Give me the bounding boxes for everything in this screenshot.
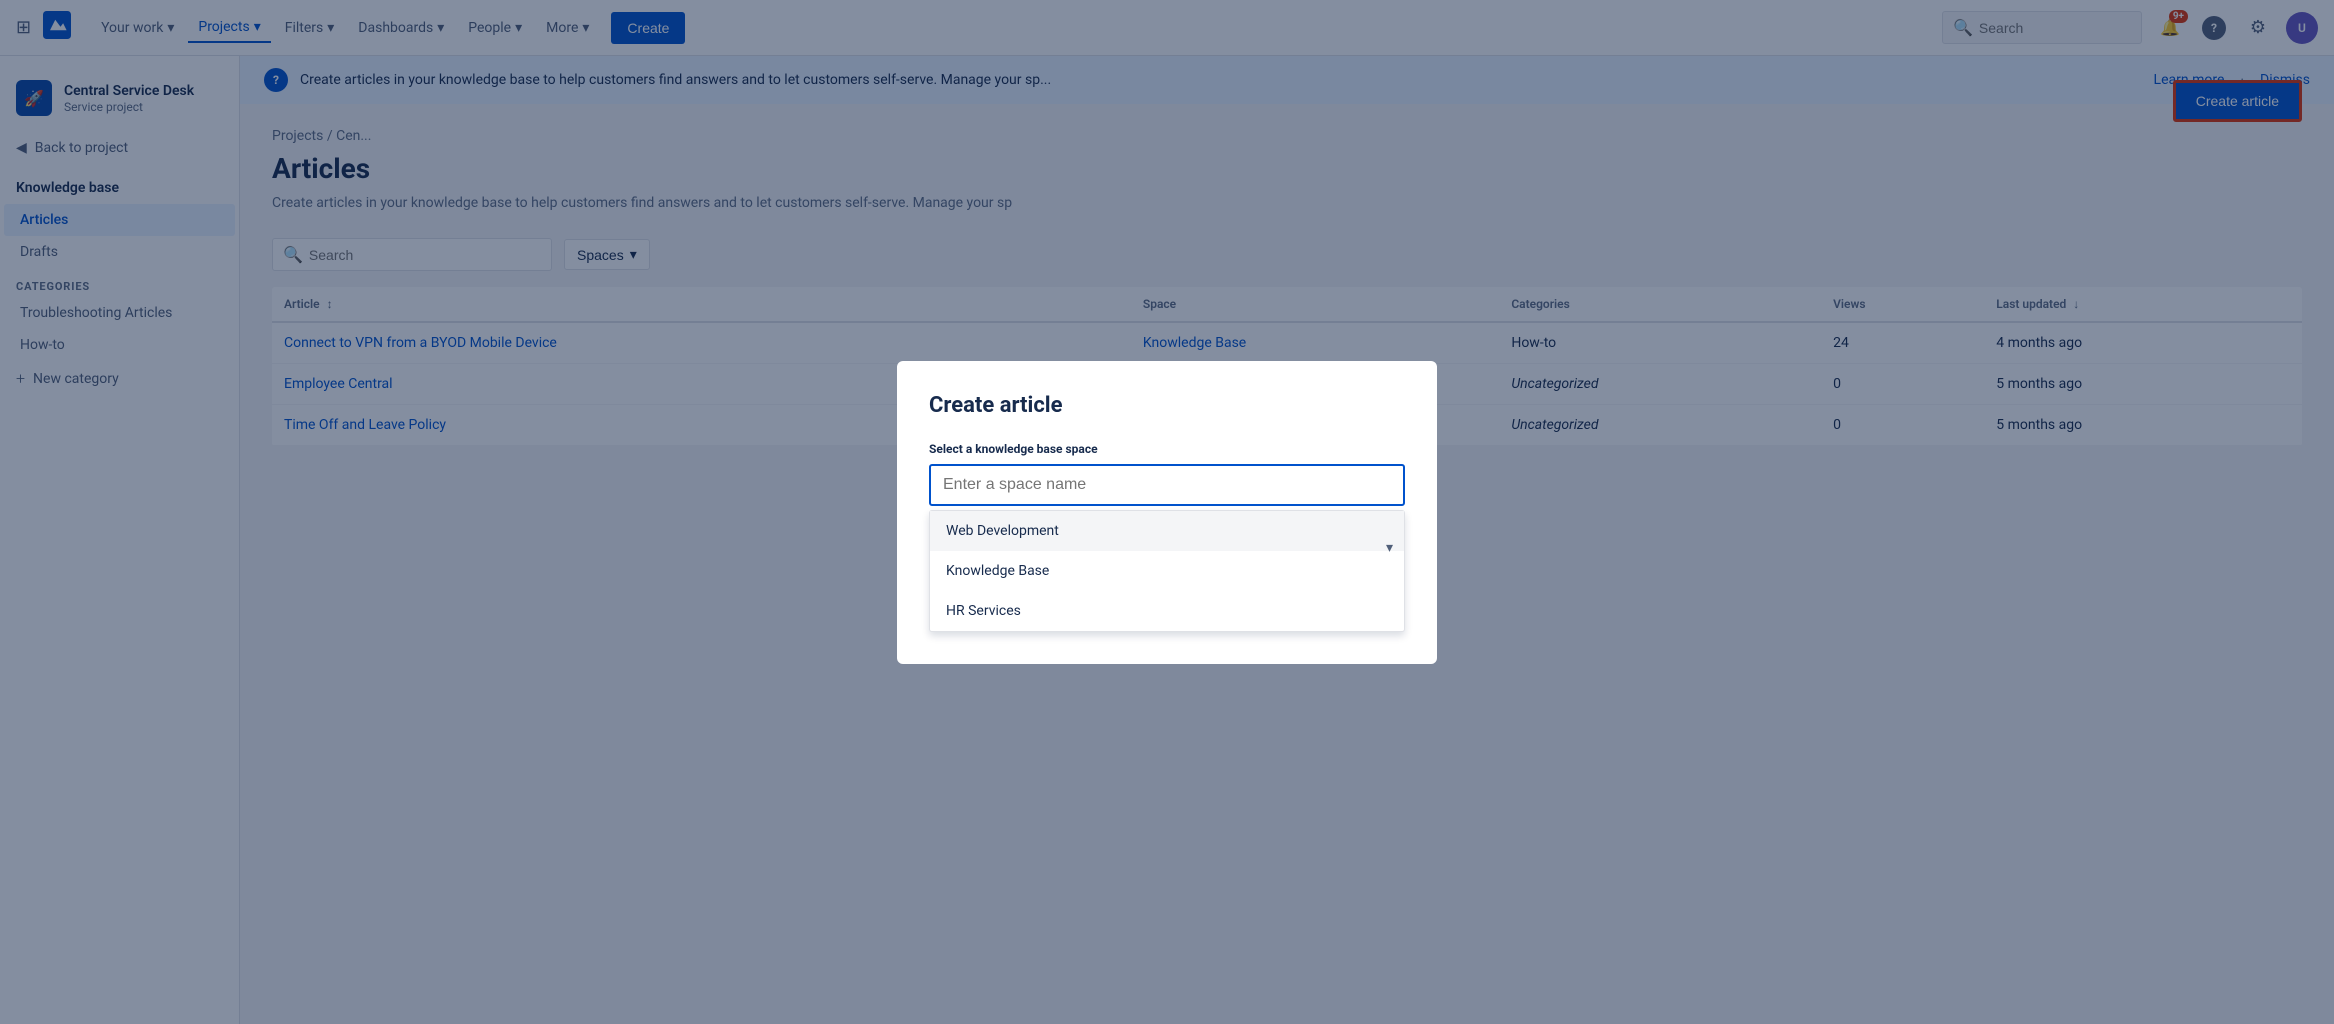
- space-name-input[interactable]: [929, 464, 1405, 506]
- modal-title: Create article: [929, 393, 1405, 418]
- dropdown-item-hr-services[interactable]: HR Services: [930, 591, 1404, 631]
- modal-overlay[interactable]: Create article Select a knowledge base s…: [0, 0, 2334, 1024]
- modal-label: Select a knowledge base space: [929, 442, 1405, 456]
- dropdown-item-knowledge-base[interactable]: Knowledge Base: [930, 551, 1404, 591]
- modal-select-wrapper: ▾ Web Development Knowledge Base HR Serv…: [929, 464, 1405, 632]
- dropdown-item-web-dev[interactable]: Web Development: [930, 511, 1404, 551]
- create-article-modal: Create article Select a knowledge base s…: [897, 361, 1437, 664]
- space-dropdown: Web Development Knowledge Base HR Servic…: [929, 510, 1405, 632]
